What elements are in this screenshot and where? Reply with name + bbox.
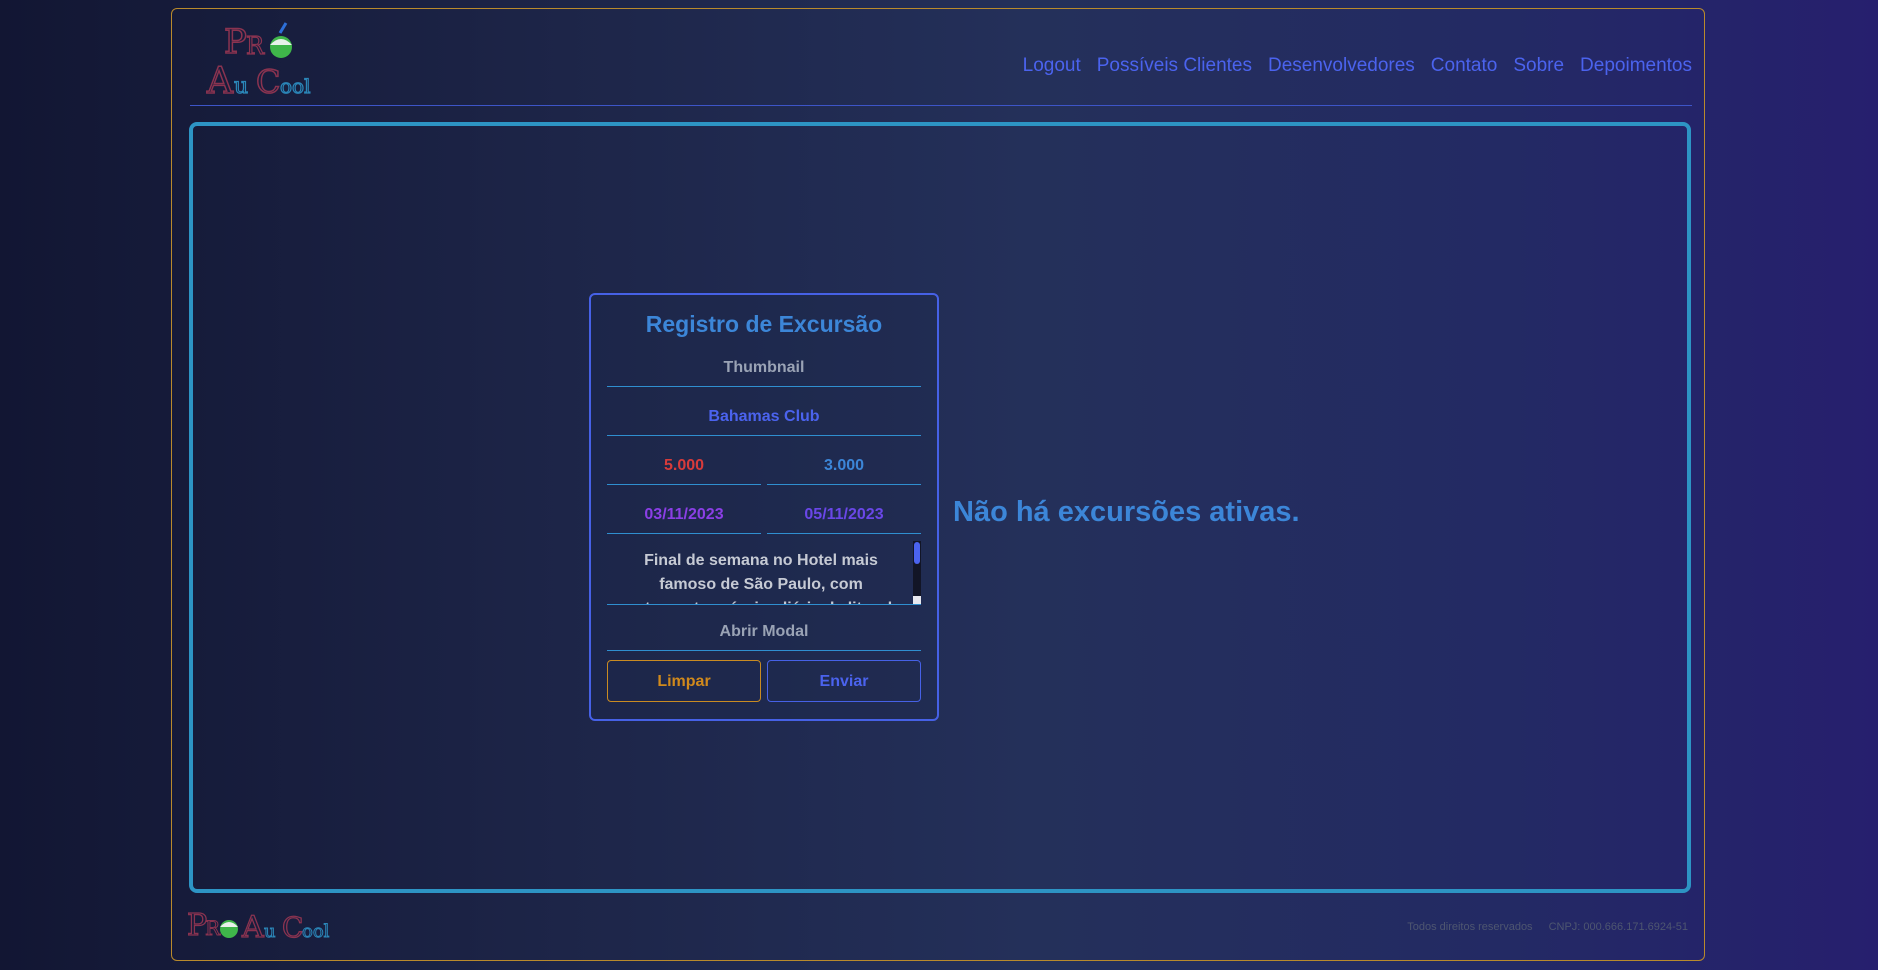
description-scrollbar[interactable] bbox=[913, 541, 921, 603]
start-date-field[interactable]: 03/11/2023 bbox=[607, 496, 761, 534]
svg-text:ool: ool bbox=[280, 74, 310, 98]
svg-text:u: u bbox=[234, 74, 248, 99]
nav-testimonials[interactable]: Depoimentos bbox=[1580, 55, 1692, 77]
main-content: Registro de Excursão Thumbnail Bahamas C… bbox=[189, 122, 1691, 893]
end-date-field[interactable]: 05/11/2023 bbox=[767, 496, 921, 534]
footer-rights: Todos direitos reservados bbox=[1407, 921, 1533, 933]
send-button[interactable]: Enviar bbox=[767, 660, 921, 702]
name-field[interactable]: Bahamas Club bbox=[607, 398, 921, 436]
footer-logo: P R A u C ool bbox=[186, 907, 337, 948]
svg-text:C: C bbox=[282, 911, 303, 943]
resize-handle-icon[interactable] bbox=[913, 596, 921, 604]
description-textarea[interactable]: Final de semana no Hotel mais famoso de … bbox=[607, 541, 921, 605]
open-modal-field[interactable]: Abrir Modal bbox=[607, 613, 921, 651]
footer-cnpj: CNPJ: 000.666.171.6924-51 bbox=[1548, 921, 1688, 933]
footer-text: Todos direitos reservados CNPJ: 000.666.… bbox=[1407, 921, 1688, 933]
header: P R A u C ool Logout Possíveis Clientes … bbox=[190, 9, 1692, 106]
svg-text:A: A bbox=[241, 910, 264, 943]
svg-text:A: A bbox=[206, 61, 234, 99]
logo-icon: P R A u C ool bbox=[205, 21, 311, 103]
svg-text:C: C bbox=[256, 63, 280, 99]
description-text: Final de semana no Hotel mais famoso de … bbox=[621, 552, 901, 604]
svg-text:R: R bbox=[246, 32, 265, 60]
price2-field[interactable]: 3.000 bbox=[767, 447, 921, 485]
svg-text:u: u bbox=[264, 921, 276, 942]
nav-developers[interactable]: Desenvolvedores bbox=[1268, 55, 1415, 77]
page-frame: P R A u C ool Logout Possíveis Clientes … bbox=[171, 8, 1705, 961]
logo[interactable]: P R A u C ool bbox=[204, 21, 334, 104]
svg-text:ool: ool bbox=[302, 921, 330, 942]
empty-message: Não há excursões ativas. bbox=[953, 496, 1300, 528]
nav-logout[interactable]: Logout bbox=[1023, 55, 1081, 77]
scroll-thumb[interactable] bbox=[914, 542, 920, 564]
svg-text:R: R bbox=[205, 916, 221, 940]
footer-logo-icon: P R A u C ool bbox=[186, 907, 330, 945]
main-nav: Logout Possíveis Clientes Desenvolvedore… bbox=[1023, 55, 1692, 77]
clear-button[interactable]: Limpar bbox=[607, 660, 761, 702]
nav-contact[interactable]: Contato bbox=[1431, 55, 1498, 77]
nav-about[interactable]: Sobre bbox=[1513, 55, 1564, 77]
svg-text:P: P bbox=[224, 22, 247, 62]
thumbnail-field[interactable]: Thumbnail bbox=[607, 349, 921, 387]
nav-possible-clients[interactable]: Possíveis Clientes bbox=[1097, 55, 1252, 77]
form-title: Registro de Excursão bbox=[645, 311, 883, 337]
price-field[interactable]: 5.000 bbox=[607, 447, 761, 485]
excursion-form: Registro de Excursão Thumbnail Bahamas C… bbox=[589, 293, 939, 721]
